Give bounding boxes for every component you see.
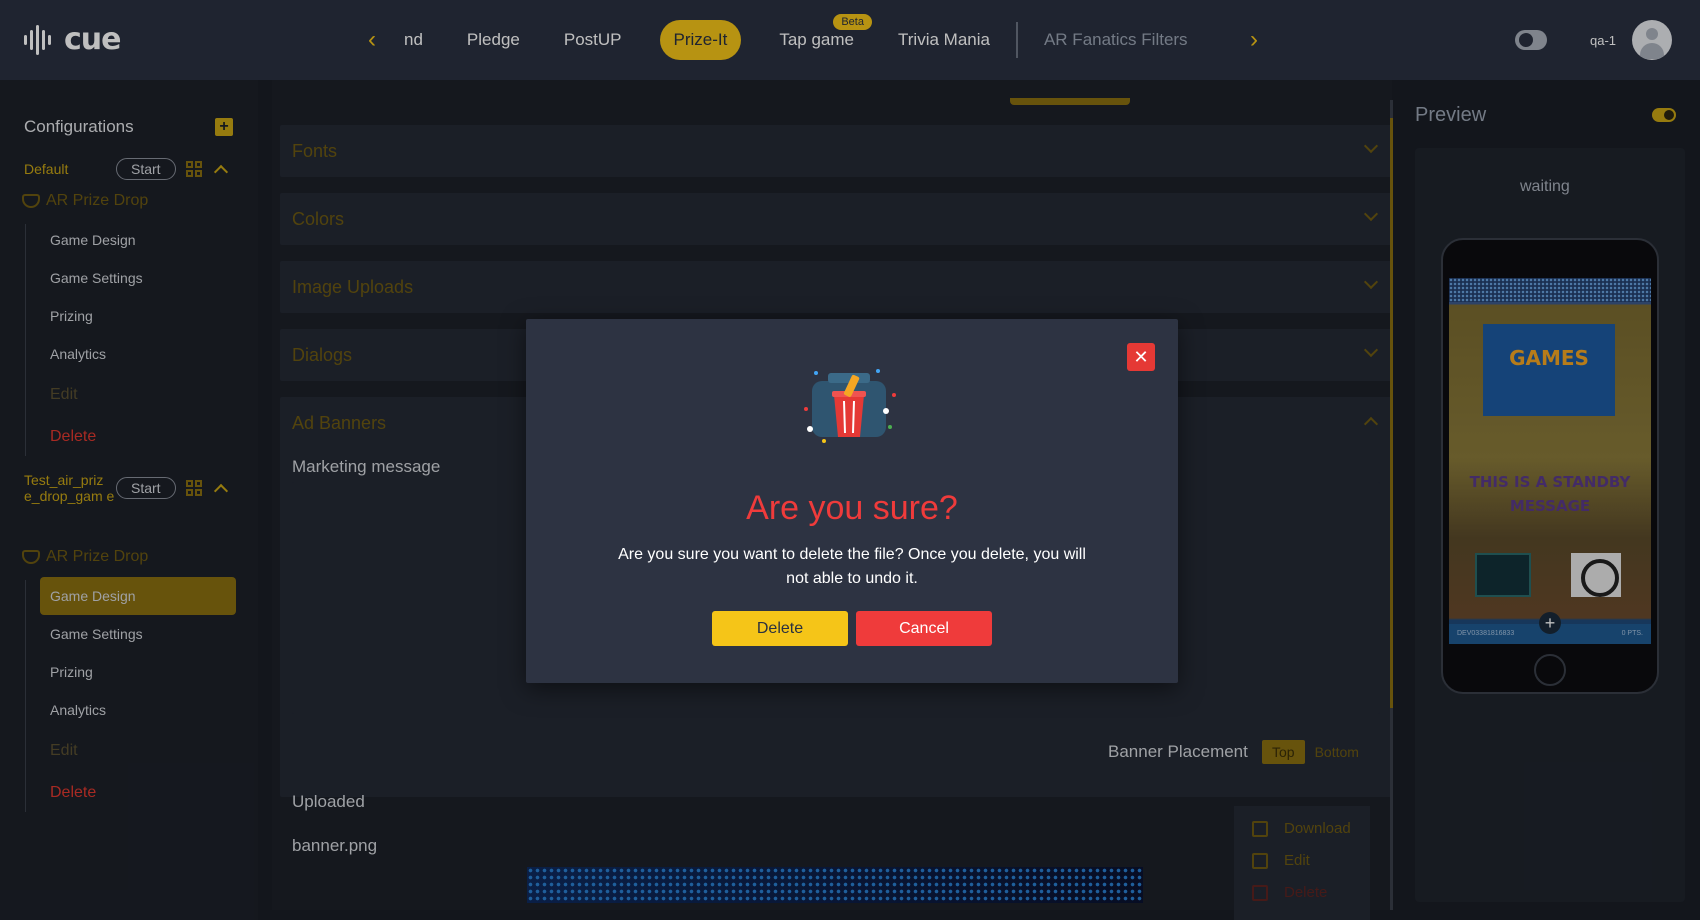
confirm-delete-button[interactable]: Delete bbox=[712, 611, 848, 646]
cancel-button[interactable]: Cancel bbox=[856, 611, 992, 646]
dialog-message: Are you sure you want to delete the file… bbox=[618, 546, 1086, 587]
close-icon[interactable]: ✕ bbox=[1127, 343, 1155, 371]
confirm-delete-dialog: ✕ Are you sure? Are you sure you want to… bbox=[526, 319, 1178, 683]
trash-bin-icon bbox=[804, 369, 896, 443]
dialog-title: Are you sure? bbox=[746, 489, 958, 527]
